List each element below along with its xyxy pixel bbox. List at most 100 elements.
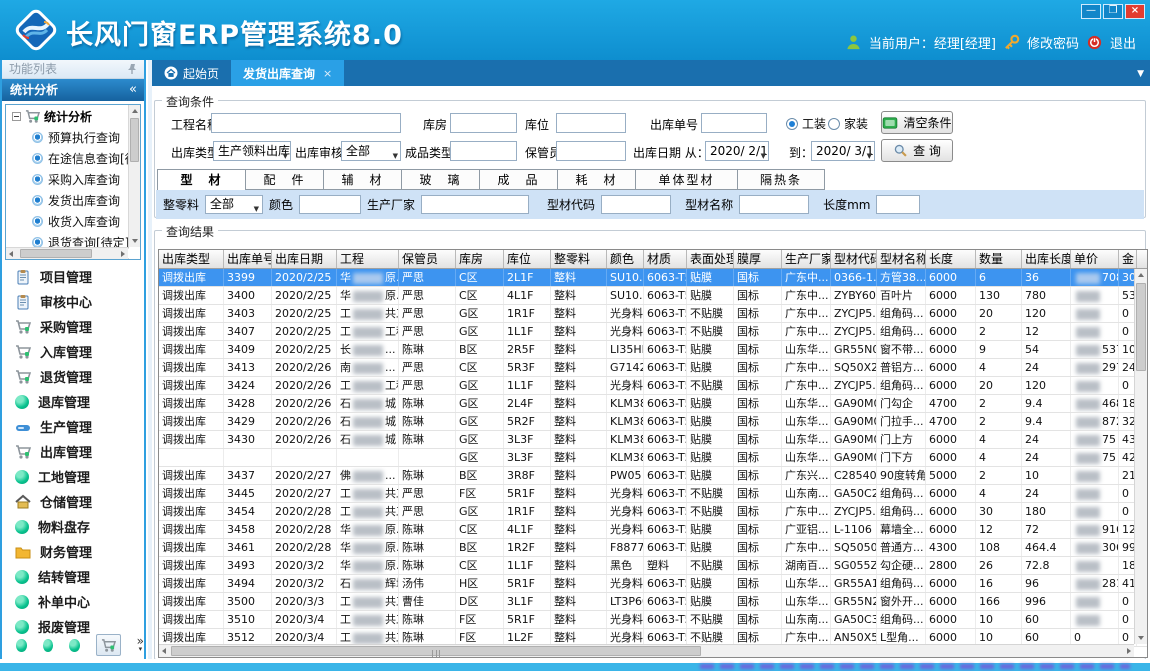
table-row[interactable]: 调拨出库34582020/2/28华原...陈琳C区4L1F整料光身料6063-…: [159, 521, 1147, 539]
search-button[interactable]: 查 询: [881, 139, 953, 162]
tab-list-caret-icon[interactable]: ▼: [1137, 69, 1144, 79]
green-module-icon[interactable]: [69, 639, 80, 652]
table-row[interactable]: 调拨出库34092020/2/25长...陈琳B区2R5F整料LI35HD606…: [159, 341, 1147, 359]
sidebar-menu-item[interactable]: 退库管理: [2, 389, 144, 414]
warehouse-input[interactable]: [450, 113, 517, 133]
product-type-input[interactable]: [450, 141, 517, 161]
grid-column-header[interactable]: 颜色: [607, 250, 644, 268]
grid-column-header[interactable]: 库位: [504, 250, 551, 268]
material-tab[interactable]: 玻 璃: [401, 169, 479, 190]
green-module-icon[interactable]: [16, 639, 27, 652]
profile-code-input[interactable]: [601, 195, 671, 214]
material-tab[interactable]: 型 材: [157, 169, 245, 191]
sidebar-menu-item[interactable]: 入库管理: [2, 339, 144, 364]
grid-column-header[interactable]: 型材代码: [831, 250, 877, 268]
whole-part-select[interactable]: 全部: [205, 195, 263, 214]
clear-conditions-button[interactable]: 清空条件: [881, 111, 953, 134]
table-row[interactable]: 调拨出库34372020/2/27佛...陈琳B区3R8F整料PW056063-…: [159, 467, 1147, 485]
sidebar-menu-item[interactable]: 仓储管理: [2, 489, 144, 514]
sidebar-menu-item[interactable]: 物料盘存: [2, 514, 144, 539]
table-row[interactable]: 调拨出库34942020/3/2石辉城汤伟H区5R1F整料光身料6063-T5贴…: [159, 575, 1147, 593]
table-row[interactable]: 调拨出库34282020/2/26石城陈琳G区2L4F整料KLM38176063…: [159, 395, 1147, 413]
grid-column-header[interactable]: 型材名称: [877, 250, 926, 268]
tab-发货出库查询[interactable]: 发货出库查询×: [231, 60, 344, 86]
sidebar-menu-item[interactable]: 退货管理: [2, 364, 144, 389]
grid-column-header[interactable]: 保管员: [399, 250, 456, 268]
tree-expander-icon[interactable]: [12, 112, 21, 121]
tree-vertical-scrollbar[interactable]: [128, 105, 140, 247]
table-row[interactable]: 调拨出库34612020/2/28华原...陈琳B区1R2F整料F8877FT6…: [159, 539, 1147, 557]
keeper-input[interactable]: [556, 141, 626, 161]
material-tab[interactable]: 成 品: [479, 169, 557, 190]
overflow-chevron[interactable]: »▾: [137, 637, 144, 653]
date-to-picker[interactable]: 2020/ 3/16: [811, 141, 875, 161]
radio-gongzhuang[interactable]: 工装: [786, 115, 826, 132]
grid-horizontal-scrollbar[interactable]: [159, 644, 1134, 657]
sidebar-menu-item[interactable]: 审核中心: [2, 289, 144, 314]
table-row[interactable]: 调拨出库34932020/3/2华原...陈琳C区1L1F整料黑色塑料不贴膜国标…: [159, 557, 1147, 575]
table-row[interactable]: 调拨出库35002020/3/3工共工程曹佳D区3L1F整料LT3P606063…: [159, 593, 1147, 611]
close-button[interactable]: ×: [1125, 4, 1145, 19]
tab-起始页[interactable]: 起始页: [152, 60, 231, 86]
grid-column-header[interactable]: 生产厂家: [782, 250, 831, 268]
table-row[interactable]: 调拨出库35102020/3/4工共工程陈琳F区5R1F整料光身料6063-T5…: [159, 611, 1147, 629]
table-row[interactable]: 调拨出库34002020/2/25华原...严思C区4L1F整料SU10...6…: [159, 287, 1147, 305]
table-row[interactable]: 调拨出库34292020/2/26石城陈琳G区5R2F整料KLM38176063…: [159, 413, 1147, 431]
grid-column-header[interactable]: 材质: [644, 250, 687, 268]
grid-column-header[interactable]: 库房: [456, 250, 504, 268]
material-tab[interactable]: 隔热条: [737, 169, 825, 190]
tree-item[interactable]: 发货出库查询: [6, 190, 140, 211]
grid-vertical-scrollbar[interactable]: [1134, 269, 1147, 644]
tree-item[interactable]: 在途信息查询[待: [6, 148, 140, 169]
green-module-icon[interactable]: [43, 639, 54, 652]
grid-column-header[interactable]: 长度: [926, 250, 976, 268]
table-row[interactable]: 调拨出库34032020/2/25工共工程严思G区1R1F整料光身料6063-T…: [159, 305, 1147, 323]
statistics-section-header[interactable]: 统计分析 «: [2, 79, 144, 101]
table-row[interactable]: 调拨出库34242020/2/26工工程严思G区1L1F整料光身料6063-T5…: [159, 377, 1147, 395]
project-name-input[interactable]: [211, 113, 401, 133]
table-row[interactable]: 调拨出库34542020/2/28工共工程严思G区1R1F整料光身料6063-T…: [159, 503, 1147, 521]
sidebar-menu-item[interactable]: 生产管理: [2, 414, 144, 439]
grid-column-header[interactable]: 数量: [976, 250, 1022, 268]
sidebar-menu-item[interactable]: 项目管理: [2, 264, 144, 289]
tree-item[interactable]: 采购入库查询: [6, 169, 140, 190]
table-row[interactable]: G区3L3F整料KLM38176063-T5贴膜国标山东华...GA90M09.…: [159, 449, 1147, 467]
audit-select[interactable]: 全部: [341, 141, 401, 161]
logout-link[interactable]: 退出: [1110, 33, 1136, 52]
material-tab[interactable]: 配 件: [245, 169, 323, 190]
collapse-icon[interactable]: «: [129, 79, 137, 101]
tree-item[interactable]: 预算执行查询: [6, 127, 140, 148]
table-row[interactable]: 调拨出库34072020/2/25工工程严思G区1L1F整料光身料6063-T5…: [159, 323, 1147, 341]
grid-column-header[interactable]: 整零料: [551, 250, 607, 268]
table-row[interactable]: 调拨出库33992020/2/25华原...严思C区2L1F整料SU10...6…: [159, 269, 1147, 287]
change-password-link[interactable]: 修改密码: [1027, 33, 1079, 52]
manufacturer-input[interactable]: [421, 195, 529, 214]
table-row[interactable]: 调拨出库34302020/2/26石城陈琳G区3L3F整料KLM38176063…: [159, 431, 1147, 449]
table-row[interactable]: 调拨出库34452020/2/27工共工程严思F区5R1F整料光身料6063-T…: [159, 485, 1147, 503]
material-tab[interactable]: 耗 材: [557, 169, 635, 190]
sidebar-menu-item[interactable]: 出库管理: [2, 439, 144, 464]
cart-module-button[interactable]: [96, 634, 121, 656]
material-tab[interactable]: 单体型材: [635, 169, 737, 190]
grid-column-header[interactable]: 出库单号: [224, 250, 272, 268]
sidebar-menu-item[interactable]: 补单中心: [2, 589, 144, 614]
tree-item[interactable]: 收货入库查询: [6, 211, 140, 232]
sidebar-menu-item[interactable]: 采购管理: [2, 314, 144, 339]
grid-column-header[interactable]: 金: [1119, 250, 1137, 268]
grid-column-header[interactable]: 单价: [1071, 250, 1119, 268]
grid-column-header[interactable]: 表面处理: [687, 250, 734, 268]
out-type-select[interactable]: 生产领料出库: [213, 141, 291, 161]
maximize-button[interactable]: ❐: [1103, 4, 1123, 19]
minimize-button[interactable]: —: [1081, 4, 1101, 19]
table-row[interactable]: 调拨出库34132020/2/26南...严思C区5R3F整料G71422606…: [159, 359, 1147, 377]
sidebar-menu-item[interactable]: 工地管理: [2, 464, 144, 489]
out-order-input[interactable]: [701, 113, 767, 133]
pin-icon[interactable]: [126, 63, 138, 75]
length-input[interactable]: [876, 195, 920, 214]
date-from-picker[interactable]: 2020/ 2/16: [705, 141, 769, 161]
tab-close-icon[interactable]: ×: [323, 67, 332, 80]
grid-column-header[interactable]: 出库类型: [159, 250, 224, 268]
grid-column-header[interactable]: 工程: [337, 250, 399, 268]
grid-column-header[interactable]: 出库日期: [272, 250, 337, 268]
material-tab[interactable]: 辅 材: [323, 169, 401, 190]
